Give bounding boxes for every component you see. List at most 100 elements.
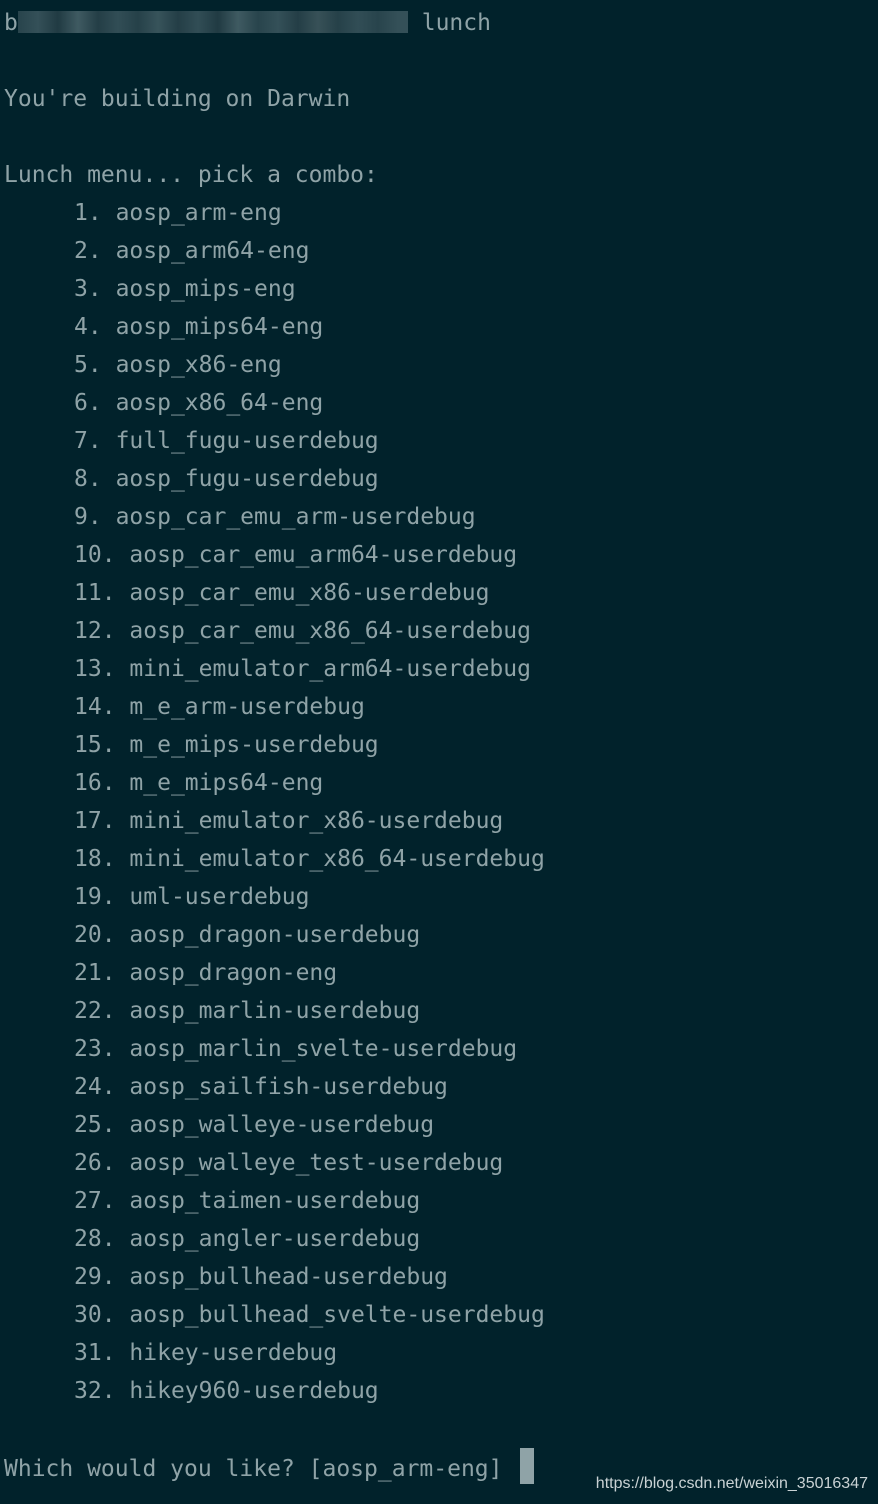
menu-item-number: 15. [74, 732, 116, 758]
menu-item-label: full_fugu-userdebug [115, 428, 379, 454]
menu-item: 23. aosp_marlin_svelte-userdebug [74, 1030, 517, 1068]
menu-item: 21. aosp_dragon-eng [74, 954, 337, 992]
terminal-cursor [520, 1448, 535, 1484]
menu-item-label: aosp_mips-eng [115, 276, 296, 302]
menu-item: 20. aosp_dragon-userdebug [74, 916, 420, 954]
menu-item-number: 16. [74, 770, 116, 796]
menu-item: 3. aosp_mips-eng [74, 270, 296, 308]
menu-item-label: aosp_x86_64-eng [115, 390, 324, 416]
menu-item-label: aosp_bullhead-userdebug [129, 1264, 448, 1290]
menu-item-label: aosp_arm-eng [115, 200, 282, 226]
watermark-url: https://blog.csdn.net/weixin_35016347 [595, 1475, 868, 1492]
menu-item-label: aosp_dragon-userdebug [129, 922, 421, 948]
menu-item-label: aosp_x86-eng [115, 352, 282, 378]
menu-item-label: m_e_mips64-eng [129, 770, 324, 796]
menu-item: 8. aosp_fugu-userdebug [74, 460, 379, 498]
redacted-prompt-blur [17, 11, 408, 33]
menu-item-number: 19. [74, 884, 116, 910]
menu-item-number: 18. [74, 846, 116, 872]
menu-item-number: 6. [74, 390, 102, 416]
menu-item-label: aosp_marlin_svelte-userdebug [129, 1036, 518, 1062]
menu-item-label: aosp_dragon-eng [129, 960, 338, 986]
selection-prompt: Which would you like? [aosp_arm-eng] [4, 1456, 517, 1482]
menu-item-number: 8. [74, 466, 102, 492]
menu-item: 10. aosp_car_emu_arm64-userdebug [74, 536, 517, 574]
menu-item: 29. aosp_bullhead-userdebug [74, 1258, 448, 1296]
menu-item-number: 3. [74, 276, 102, 302]
menu-item-number: 9. [74, 504, 102, 530]
menu-item-number: 11. [74, 580, 116, 606]
menu-item-number: 23. [74, 1036, 116, 1062]
menu-item: 17. mini_emulator_x86-userdebug [74, 802, 503, 840]
menu-item-label: aosp_arm64-eng [115, 238, 310, 264]
menu-item-number: 28. [74, 1226, 116, 1252]
menu-item-label: aosp_taimen-userdebug [129, 1188, 421, 1214]
building-message: You're building on Darwin [4, 86, 351, 112]
menu-item-label: hikey960-userdebug [129, 1378, 379, 1404]
menu-item: 12. aosp_car_emu_x86_64-userdebug [74, 612, 531, 650]
menu-item-number: 14. [74, 694, 116, 720]
menu-item: 26. aosp_walleye_test-userdebug [74, 1144, 503, 1182]
menu-item: 11. aosp_car_emu_x86-userdebug [74, 574, 489, 612]
menu-item-number: 29. [74, 1264, 116, 1290]
menu-item-label: uml-userdebug [129, 884, 310, 910]
menu-item: 15. m_e_mips-userdebug [74, 726, 379, 764]
menu-item-label: aosp_walleye-userdebug [129, 1112, 435, 1138]
menu-item: 22. aosp_marlin-userdebug [74, 992, 420, 1030]
prompt-prefix-char: b [4, 10, 18, 36]
menu-item: 14. m_e_arm-userdebug [74, 688, 365, 726]
menu-item-number: 4. [74, 314, 102, 340]
menu-item-label: aosp_bullhead_svelte-userdebug [129, 1302, 545, 1328]
menu-item: 7. full_fugu-userdebug [74, 422, 379, 460]
menu-item: 27. aosp_taimen-userdebug [74, 1182, 420, 1220]
menu-item-number: 32. [74, 1378, 116, 1404]
menu-item-label: aosp_car_emu_arm64-userdebug [129, 542, 518, 568]
menu-item-number: 26. [74, 1150, 116, 1176]
menu-item-number: 21. [74, 960, 116, 986]
menu-item-label: aosp_car_emu_x86_64-userdebug [129, 618, 531, 644]
menu-item-number: 10. [74, 542, 116, 568]
menu-item: 6. aosp_x86_64-eng [74, 384, 323, 422]
menu-item: 25. aosp_walleye-userdebug [74, 1106, 434, 1144]
menu-item-number: 1. [74, 200, 102, 226]
menu-item-label: aosp_mips64-eng [115, 314, 324, 340]
menu-header: Lunch menu... pick a combo: [4, 162, 378, 188]
menu-item-number: 31. [74, 1340, 116, 1366]
menu-item-label: aosp_sailfish-userdebug [129, 1074, 448, 1100]
menu-item-label: aosp_marlin-userdebug [129, 998, 421, 1024]
menu-item: 32. hikey960-userdebug [74, 1372, 379, 1410]
menu-item-number: 13. [74, 656, 116, 682]
menu-item: 19. uml-userdebug [74, 878, 309, 916]
menu-item-label: aosp_angler-userdebug [129, 1226, 421, 1252]
menu-item-number: 2. [74, 238, 102, 264]
command-text: lunch [421, 10, 491, 36]
menu-item: 31. hikey-userdebug [74, 1334, 337, 1372]
menu-item-number: 25. [74, 1112, 116, 1138]
menu-item: 28. aosp_angler-userdebug [74, 1220, 420, 1258]
menu-item-label: m_e_mips-userdebug [129, 732, 379, 758]
menu-item-label: mini_emulator_arm64-userdebug [129, 656, 531, 682]
menu-item-label: aosp_car_emu_arm-userdebug [115, 504, 476, 530]
menu-item: 18. mini_emulator_x86_64-userdebug [74, 840, 545, 878]
menu-item-label: aosp_walleye_test-userdebug [129, 1150, 504, 1176]
menu-item: 30. aosp_bullhead_svelte-userdebug [74, 1296, 545, 1334]
selection-prompt-line[interactable]: Which would you like? [aosp_arm-eng] [4, 1448, 535, 1488]
menu-item: 5. aosp_x86-eng [74, 346, 282, 384]
menu-item-label: m_e_arm-userdebug [129, 694, 365, 720]
menu-item-label: mini_emulator_x86_64-userdebug [129, 846, 545, 872]
menu-item: 9. aosp_car_emu_arm-userdebug [74, 498, 476, 536]
menu-item-number: 20. [74, 922, 116, 948]
menu-item: 4. aosp_mips64-eng [74, 308, 323, 346]
menu-item-label: hikey-userdebug [129, 1340, 338, 1366]
menu-item-number: 17. [74, 808, 116, 834]
menu-item: 16. m_e_mips64-eng [74, 764, 323, 802]
terminal-window[interactable]: b lunch You're building on Darwin Lunch … [0, 0, 878, 1504]
menu-item-number: 30. [74, 1302, 116, 1328]
menu-item-number: 7. [74, 428, 102, 454]
menu-item: 24. aosp_sailfish-userdebug [74, 1068, 448, 1106]
menu-item-number: 22. [74, 998, 116, 1024]
menu-item: 1. aosp_arm-eng [74, 194, 282, 232]
menu-item-label: aosp_car_emu_x86-userdebug [129, 580, 490, 606]
menu-item: 2. aosp_arm64-eng [74, 232, 309, 270]
menu-item-number: 5. [74, 352, 102, 378]
